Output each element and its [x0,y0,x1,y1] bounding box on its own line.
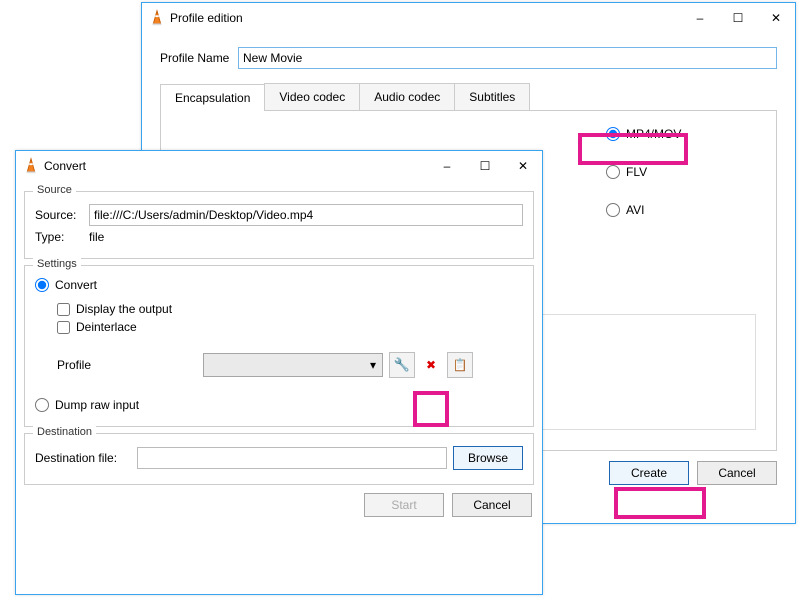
vlc-icon [148,9,166,27]
maximize-button[interactable]: ☐ [466,151,504,181]
minimize-icon: – [697,11,704,25]
display-output-label: Display the output [76,302,172,316]
minimize-button[interactable]: – [681,3,719,33]
close-icon: ✕ [518,159,528,173]
maximize-icon: ☐ [480,159,491,173]
radio-mp4mov-input[interactable] [606,127,620,141]
tab-audio-codec[interactable]: Audio codec [359,83,455,110]
radio-dump-raw-label: Dump raw input [55,398,139,412]
type-label: Type: [35,230,89,244]
radio-convert[interactable]: Convert [35,278,523,292]
minimize-button[interactable]: – [428,151,466,181]
dest-file-label: Destination file: [35,451,131,465]
display-output-checkbox[interactable] [57,303,70,316]
radio-dump-raw-input[interactable] [35,398,49,412]
new-profile-button[interactable]: 📋 [447,352,473,378]
browse-button[interactable]: Browse [453,446,523,470]
destination-group: Destination Destination file: Browse [24,433,534,485]
type-value: file [89,230,104,244]
maximize-button[interactable]: ☐ [719,3,757,33]
tab-video-codec[interactable]: Video codec [264,83,360,110]
radio-convert-input[interactable] [35,278,49,292]
radio-mp4mov-label: MP4/MOV [626,127,681,141]
start-button[interactable]: Start [364,493,444,517]
new-profile-icon: 📋 [453,358,468,372]
radio-avi[interactable]: AVI [606,203,756,217]
radio-avi-label: AVI [626,203,644,217]
settings-legend: Settings [33,258,81,270]
chevron-down-icon: ▾ [370,358,376,372]
titlebar: Convert – ☐ ✕ [16,151,542,181]
window-title: Profile edition [166,11,681,25]
settings-group: Settings Convert Display the output Dein… [24,265,534,427]
close-icon: ✕ [771,11,781,25]
radio-mp4mov[interactable]: MP4/MOV [606,127,756,141]
radio-avi-input[interactable] [606,203,620,217]
radio-flv-input[interactable] [606,165,620,179]
tab-subtitles[interactable]: Subtitles [454,83,530,110]
edit-profile-button[interactable]: 🔧 [389,352,415,378]
maximize-icon: ☐ [733,11,744,25]
dest-file-input[interactable] [137,447,447,469]
profile-dropdown[interactable]: ▾ [203,353,383,377]
source-legend: Source [33,184,76,196]
window-title: Convert [40,159,428,173]
convert-window: Convert – ☐ ✕ Source Source: Type: file … [15,150,543,595]
radio-dump-raw[interactable]: Dump raw input [35,398,523,412]
cancel-button[interactable]: Cancel [697,461,777,485]
profile-name-input[interactable] [238,47,777,69]
source-group: Source Source: Type: file [24,191,534,259]
minimize-icon: – [444,159,451,173]
close-button[interactable]: ✕ [504,151,542,181]
source-label: Source: [35,208,89,222]
radio-convert-label: Convert [55,278,97,292]
radio-flv[interactable]: FLV [606,165,756,179]
source-input[interactable] [89,204,523,226]
tab-encapsulation[interactable]: Encapsulation [160,84,265,111]
deinterlace-checkbox[interactable] [57,321,70,334]
profile-name-label: Profile Name [160,51,238,65]
close-button[interactable]: ✕ [757,3,795,33]
titlebar: Profile edition – ☐ ✕ [142,3,795,33]
create-button[interactable]: Create [609,461,689,485]
delete-profile-button[interactable]: ✖ [421,358,441,372]
destination-legend: Destination [33,426,96,438]
delete-icon: ✖ [426,358,436,372]
deinterlace-label: Deinterlace [76,320,137,334]
profile-label: Profile [57,358,197,372]
tabs: Encapsulation Video codec Audio codec Su… [160,83,777,111]
wrench-icon: 🔧 [394,357,410,373]
radio-flv-label: FLV [626,165,647,179]
vlc-icon [22,157,40,175]
cancel-button[interactable]: Cancel [452,493,532,517]
